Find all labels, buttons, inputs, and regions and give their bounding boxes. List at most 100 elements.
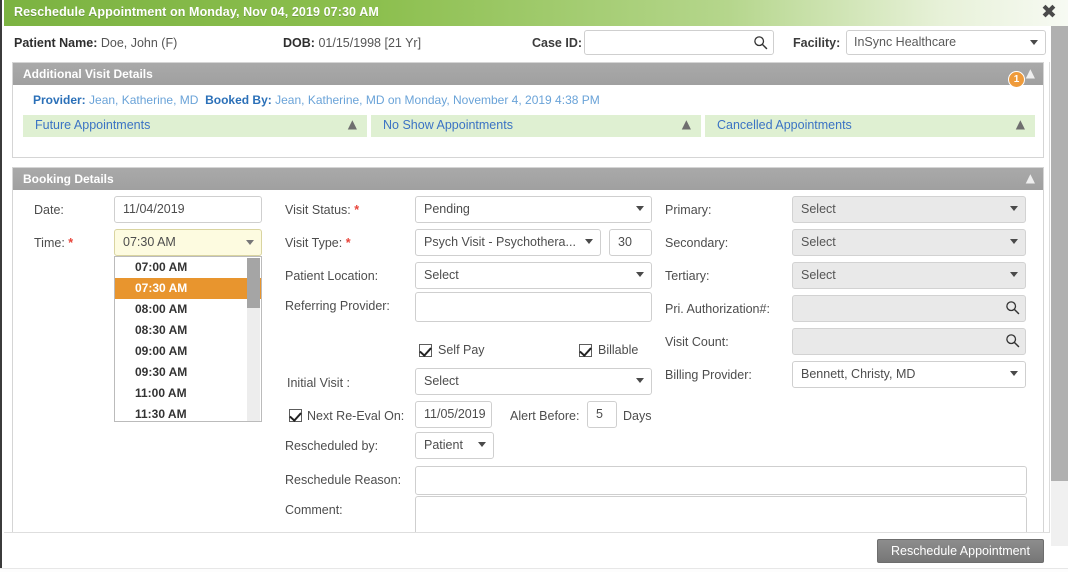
date-input[interactable]: 11/04/2019 [114, 196, 262, 223]
chevron-down-icon [478, 442, 486, 447]
case-id-input[interactable] [585, 31, 750, 54]
visit-type-label-text: Visit Type: [285, 236, 342, 250]
billable-checkbox[interactable] [579, 344, 592, 357]
self-pay-checkbox[interactable] [419, 344, 432, 357]
close-icon[interactable]: ✖ [1039, 2, 1059, 22]
search-icon[interactable] [1005, 333, 1020, 348]
tab-cancelled-appointments[interactable]: Cancelled Appointments ▲​ [705, 115, 1035, 137]
case-id-label: Case ID: [532, 36, 582, 50]
facility-label: Facility: [793, 36, 840, 50]
chevron-up-icon[interactable]: ▲​ [348, 117, 357, 131]
vertical-scrollbar-thumb[interactable] [1051, 26, 1068, 481]
chevron-up-icon[interactable]: ▲​ [1026, 171, 1035, 185]
provider-label: Provider: [33, 93, 86, 107]
visit-status-label-text: Visit Status: [285, 203, 351, 217]
case-id-field[interactable] [584, 30, 774, 55]
booked-by-label: Booked By: [205, 93, 272, 107]
pri-authorization-input[interactable] [792, 295, 1026, 322]
provider-value: Jean, Katherine, MD [89, 93, 198, 107]
time-option[interactable]: 11:00 AM [115, 383, 261, 404]
chevron-up-icon[interactable]: ▲​ [682, 117, 691, 131]
visit-duration-value: 30 [618, 235, 632, 249]
dob-label: DOB: [283, 36, 315, 50]
chevron-up-icon[interactable]: ▲​ [1016, 117, 1025, 131]
visit-status-label: Visit Status: * [285, 203, 359, 217]
primary-label: Primary: [665, 203, 712, 217]
tertiary-label: Tertiary: [665, 269, 709, 283]
dialog-title: Reschedule Appointment on Monday, Nov 04… [14, 5, 379, 19]
chevron-down-icon [1010, 371, 1018, 376]
provider-booked-by-line: Provider: Jean, Katherine, MD Booked By:… [33, 93, 600, 107]
time-option[interactable]: 09:30 AM [115, 362, 261, 383]
days-label: Days [623, 409, 651, 423]
patient-location-select[interactable]: Select [415, 262, 652, 289]
search-icon[interactable] [1005, 300, 1020, 315]
patient-name-value: Doe, John (F) [101, 36, 177, 50]
dob-field: DOB: 01/15/1998 [21 Yr] [283, 36, 421, 50]
reschedule-reason-input[interactable] [415, 466, 1027, 495]
initial-visit-value: Select [424, 374, 459, 388]
next-reeval-checkbox[interactable] [289, 409, 302, 422]
time-value: 07:30 AM [123, 235, 176, 249]
chevron-down-icon [636, 272, 644, 277]
rescheduled-by-select[interactable]: Patient [415, 432, 494, 459]
tab-future-appointments[interactable]: Future Appointments ▲​ [23, 115, 367, 137]
primary-select[interactable]: Select [792, 196, 1026, 223]
rescheduled-by-label: Rescheduled by: [285, 439, 378, 453]
next-reeval-label: Next Re-Eval On: [307, 409, 404, 423]
chevron-down-icon [1010, 206, 1018, 211]
facility-value: InSync Healthcare [854, 35, 956, 49]
rescheduled-by-value: Patient [424, 438, 463, 452]
time-option[interactable]: 09:00 AM [115, 341, 261, 362]
referring-provider-input[interactable] [415, 292, 652, 322]
initial-visit-select[interactable]: Select [415, 368, 652, 395]
chevron-up-icon[interactable]: ▲​ [1026, 66, 1035, 80]
tertiary-select[interactable]: Select [792, 262, 1026, 289]
time-option[interactable]: 08:00 AM [115, 299, 261, 320]
date-value: 11/04/2019 [123, 202, 185, 216]
pri-authorization-label: Pri. Authorization#: [665, 302, 770, 316]
tab-no-show-appointments[interactable]: No Show Appointments ▲​ [371, 115, 701, 137]
time-option[interactable]: 11:30 AM [115, 404, 261, 422]
comment-label: Comment: [285, 503, 343, 517]
chevron-down-icon [1010, 272, 1018, 277]
time-select[interactable]: 07:30 AM [114, 229, 262, 256]
initial-visit-label: Initial Visit : [287, 376, 350, 390]
next-reeval-date-input[interactable]: 11/05/2019 [415, 401, 492, 428]
billing-provider-select[interactable]: Bennett, Christy, MD [792, 361, 1026, 388]
visit-type-label: Visit Type: * [285, 236, 351, 250]
additional-visit-details-panel: Additional Visit Details ▲​ Provider: Je… [12, 62, 1044, 158]
patient-name-label: Patient Name: [14, 36, 97, 50]
secondary-label: Secondary: [665, 236, 728, 250]
next-reeval-date-value: 11/05/2019 [424, 407, 486, 421]
visit-duration-input[interactable]: 30 [609, 229, 652, 256]
patient-location-label: Patient Location: [285, 269, 378, 283]
visit-type-select[interactable]: Psych Visit - Psychothera... [415, 229, 601, 256]
chevron-down-icon [1030, 40, 1038, 45]
required-marker: * [351, 203, 359, 217]
reschedule-appointment-button[interactable]: Reschedule Appointment [877, 539, 1044, 563]
dropdown-scrollbar-thumb[interactable] [247, 258, 260, 308]
chevron-down-icon [636, 206, 644, 211]
search-icon[interactable] [753, 35, 768, 50]
visit-status-select[interactable]: Pending [415, 196, 652, 223]
alert-before-value: 5 [596, 407, 603, 421]
required-marker: * [342, 236, 350, 250]
secondary-select[interactable]: Select [792, 229, 1026, 256]
patient-name-field: Patient Name: Doe, John (F) [14, 36, 177, 50]
time-options-dropdown[interactable]: 07:00 AM 07:30 AM 08:00 AM 08:30 AM 09:0… [114, 256, 262, 422]
chevron-down-icon [1010, 239, 1018, 244]
time-option[interactable]: 08:30 AM [115, 320, 261, 341]
visit-count-input[interactable] [792, 328, 1026, 355]
facility-select[interactable]: InSync Healthcare [846, 30, 1046, 55]
time-label: Time: * [34, 236, 73, 250]
dialog-content: Patient Name: Doe, John (F) DOB: 01/15/1… [4, 26, 1050, 572]
secondary-value: Select [801, 235, 836, 249]
cancelled-appointments-badge: 1 [1008, 71, 1025, 88]
time-option-selected[interactable]: 07:30 AM [115, 278, 261, 299]
time-option[interactable]: 07:00 AM [115, 257, 261, 278]
chevron-down-icon [246, 240, 254, 245]
window-bottom-edge [0, 568, 1068, 572]
billing-provider-label: Billing Provider: [665, 368, 752, 382]
alert-before-input[interactable]: 5 [587, 401, 617, 428]
